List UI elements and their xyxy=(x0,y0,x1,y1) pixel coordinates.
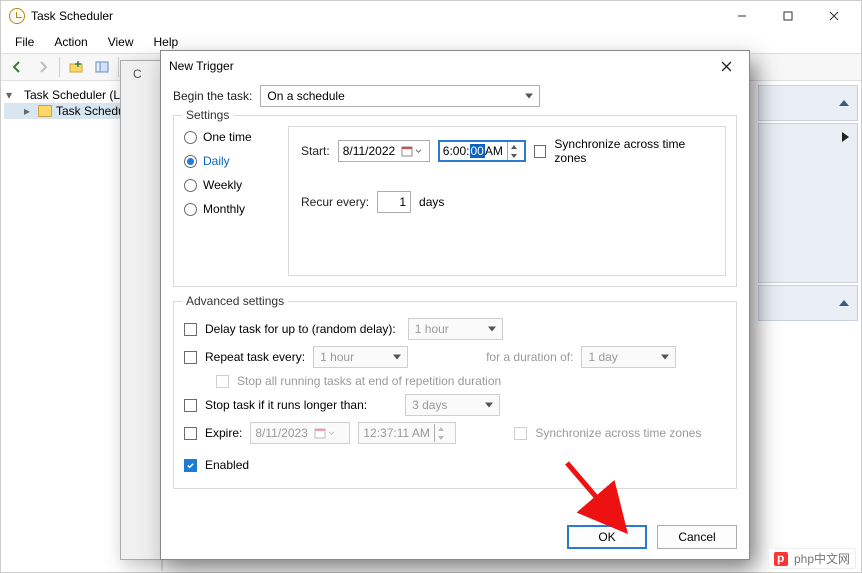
schedule-one-time-radio[interactable]: One time xyxy=(184,130,274,144)
watermark-logo-icon xyxy=(774,552,788,566)
stop-if-longer-label: Stop task if it runs longer than: xyxy=(205,398,367,412)
stop-if-longer-checkbox[interactable] xyxy=(184,399,197,412)
dialog-title: New Trigger xyxy=(169,59,711,73)
schedule-monthly-radio[interactable]: Monthly xyxy=(184,202,274,216)
sync-timezones-label: Synchronize across time zones xyxy=(554,137,713,165)
chevron-down-icon xyxy=(488,327,496,332)
app-title: Task Scheduler xyxy=(31,9,113,23)
time-spinner[interactable] xyxy=(434,424,448,442)
repeat-task-combo[interactable]: 1 hour xyxy=(313,346,408,368)
duration-label: for a duration of: xyxy=(486,350,573,364)
advanced-settings-fieldset: Advanced settings Delay task for up to (… xyxy=(173,301,737,489)
dialog-close-button[interactable] xyxy=(711,51,741,81)
delay-task-label: Delay task for up to (random delay): xyxy=(205,322,396,336)
calendar-dropdown-icon[interactable] xyxy=(314,427,335,439)
start-time-prefix: 6:00: xyxy=(443,144,470,158)
actions-item[interactable] xyxy=(758,285,858,321)
sync-timezones-checkbox[interactable] xyxy=(534,145,547,158)
tree-caret-icon[interactable]: ▸ xyxy=(24,104,34,118)
stop-all-label: Stop all running tasks at end of repetit… xyxy=(237,374,501,388)
recur-label: Recur every: xyxy=(301,195,369,209)
menu-file[interactable]: File xyxy=(7,33,42,51)
expire-label: Expire: xyxy=(205,426,242,440)
expire-sync-tz-label: Synchronize across time zones xyxy=(535,426,701,440)
tree-root-label: Task Scheduler (L xyxy=(24,88,120,102)
enabled-label: Enabled xyxy=(205,458,249,472)
toolbar-forward-button[interactable] xyxy=(31,56,55,78)
menu-help[interactable]: Help xyxy=(146,33,187,51)
settings-legend: Settings xyxy=(182,108,233,122)
start-date-value: 8/11/2022 xyxy=(343,144,396,158)
repeat-task-label: Repeat task every: xyxy=(205,350,305,364)
toolbar-separator xyxy=(118,57,119,77)
schedule-weekly-radio[interactable]: Weekly xyxy=(184,178,274,192)
stop-all-checkbox xyxy=(216,375,229,388)
toolbar-panel-button[interactable] xyxy=(90,56,114,78)
begin-task-value: On a schedule xyxy=(267,89,344,103)
start-label: Start: xyxy=(301,144,330,158)
expire-checkbox[interactable] xyxy=(184,427,197,440)
window-maximize-button[interactable] xyxy=(765,1,811,31)
window-close-button[interactable] xyxy=(811,1,857,31)
chevron-down-icon xyxy=(525,94,533,99)
watermark: php中文网 xyxy=(768,548,856,569)
stop-if-longer-combo[interactable]: 3 days xyxy=(405,394,500,416)
toolbar-separator xyxy=(59,57,60,77)
dialog-titlebar: New Trigger xyxy=(161,51,749,81)
expire-time-input[interactable]: 12:37:11 AM xyxy=(358,422,456,444)
new-trigger-dialog: New Trigger Begin the task: On a schedul… xyxy=(160,50,750,560)
cancel-button[interactable]: Cancel xyxy=(657,525,737,549)
chevron-down-icon xyxy=(485,403,493,408)
calendar-dropdown-icon[interactable] xyxy=(401,145,422,157)
app-clock-icon xyxy=(9,8,25,24)
time-spinner[interactable] xyxy=(507,142,521,160)
start-time-suffix: AM xyxy=(485,144,503,158)
tree-caret-icon[interactable]: ▾ xyxy=(6,88,16,102)
actions-pane xyxy=(758,83,858,321)
toolbar-back-button[interactable] xyxy=(5,56,29,78)
chevron-down-icon xyxy=(393,355,401,360)
folder-icon xyxy=(38,105,52,117)
chevron-down-icon xyxy=(661,355,669,360)
recur-every-input[interactable]: 1 xyxy=(377,191,411,213)
start-time-selection: 00 xyxy=(470,144,485,158)
actions-item[interactable] xyxy=(758,123,858,283)
begin-task-label: Begin the task: xyxy=(173,89,252,103)
watermark-text: php中文网 xyxy=(794,550,850,567)
toolbar-new-folder-button[interactable] xyxy=(64,56,88,78)
delay-task-checkbox[interactable] xyxy=(184,323,197,336)
begin-task-combo[interactable]: On a schedule xyxy=(260,85,540,107)
schedule-daily-radio[interactable]: Daily xyxy=(184,154,274,168)
ok-button[interactable]: OK xyxy=(567,525,647,549)
enabled-checkbox[interactable] xyxy=(184,459,197,472)
advanced-legend: Advanced settings xyxy=(182,294,288,308)
start-time-input[interactable]: 6:00:00 AM xyxy=(438,140,526,162)
recur-unit: days xyxy=(419,195,444,209)
duration-combo[interactable]: 1 day xyxy=(581,346,676,368)
repeat-task-checkbox[interactable] xyxy=(184,351,197,364)
menu-action[interactable]: Action xyxy=(46,33,95,51)
start-date-input[interactable]: 8/11/2022 xyxy=(338,140,430,162)
recur-every-value: 1 xyxy=(399,195,406,209)
expire-sync-tz-checkbox xyxy=(514,427,527,440)
delay-task-combo[interactable]: 1 hour xyxy=(408,318,503,340)
menu-view[interactable]: View xyxy=(100,33,142,51)
titlebar: Task Scheduler xyxy=(1,1,861,31)
expire-date-input[interactable]: 8/11/2023 xyxy=(250,422,350,444)
window-minimize-button[interactable] xyxy=(719,1,765,31)
actions-item[interactable] xyxy=(758,85,858,121)
settings-fieldset: Settings One time Daily Weekly Monthly S… xyxy=(173,115,737,287)
